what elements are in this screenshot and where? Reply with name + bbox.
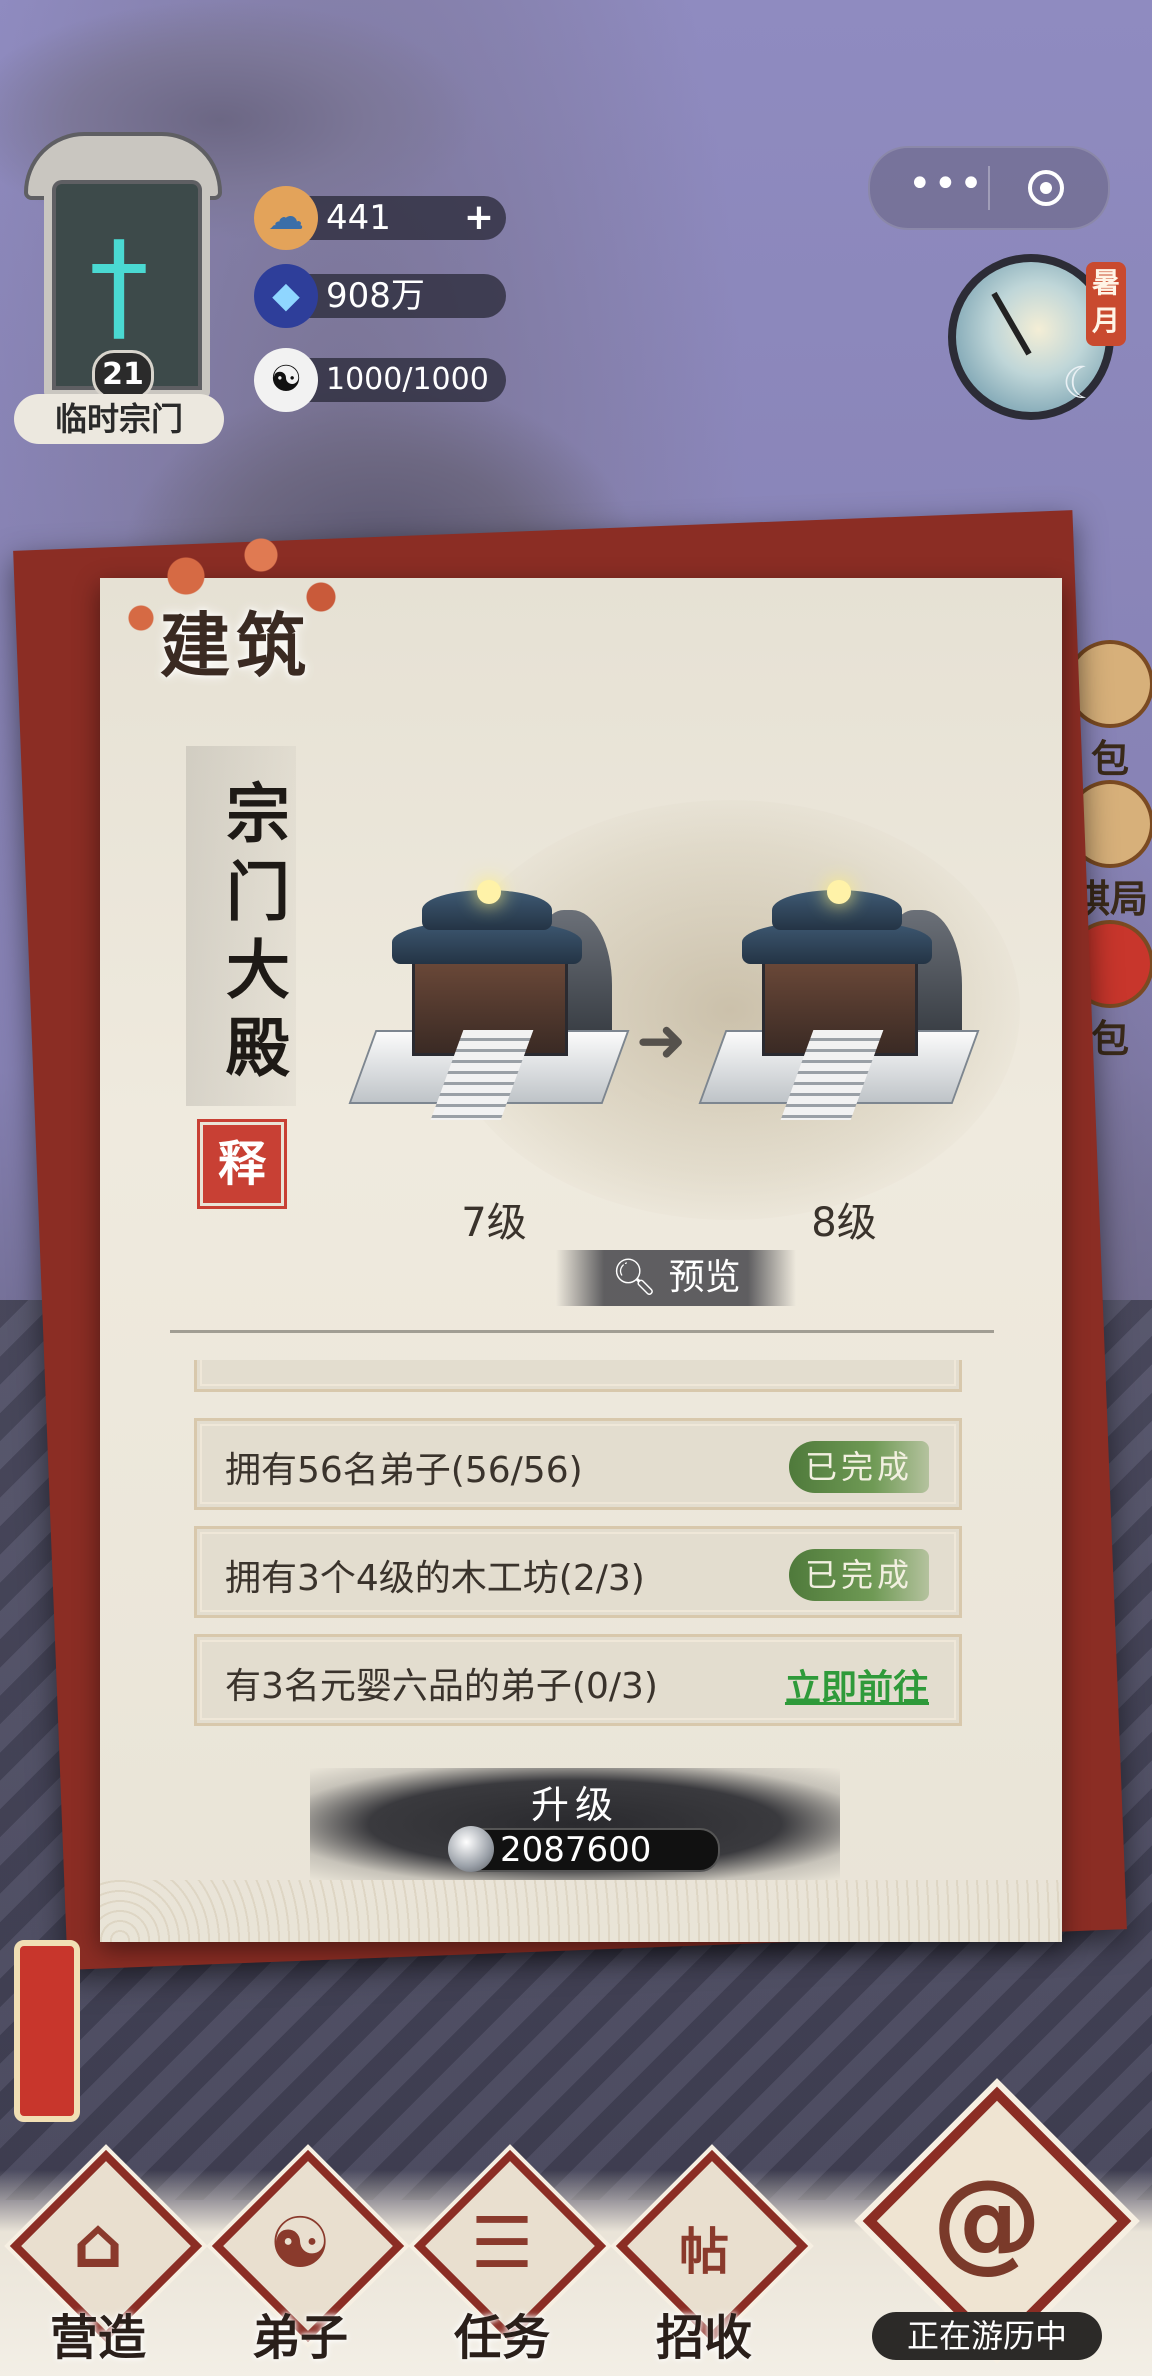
miniprogram-capsule: ••• bbox=[868, 146, 1110, 230]
pavilion-icon: ⌂ bbox=[72, 2202, 124, 2284]
resource-value: 908万 bbox=[326, 276, 425, 316]
preview-label: 预览 bbox=[668, 1257, 741, 1298]
sect-level: 21 bbox=[92, 350, 154, 400]
resource-spirit-crystal[interactable]: ◆ 908万 bbox=[254, 264, 506, 328]
section-divider bbox=[170, 1330, 994, 1333]
cost-value: 2087600 bbox=[500, 1830, 652, 1870]
season-badge: 暑月 bbox=[1086, 262, 1126, 346]
nav-label: 营造 bbox=[49, 2310, 146, 2366]
moon-icon: ☾ bbox=[1062, 358, 1102, 409]
arrow-right-icon: ➜ bbox=[636, 1006, 687, 1076]
upgrade-button[interactable]: 升级 2087600 bbox=[310, 1768, 840, 1880]
explain-seal-button[interactable]: 释 bbox=[197, 1119, 287, 1209]
disciple-icon: ☯ bbox=[268, 2202, 332, 2284]
nav-label: 任务 bbox=[453, 2310, 550, 2366]
nav-label: 弟子 bbox=[251, 2310, 348, 2366]
go-now-link[interactable]: 立即前往 bbox=[785, 1659, 929, 1711]
sect-badge[interactable]: † 21 临时宗门 bbox=[14, 132, 224, 452]
building-name: 宗门大殿 bbox=[186, 746, 296, 1106]
nav-tasks[interactable]: ☰ 任务 bbox=[412, 2149, 607, 2366]
nav-disciples[interactable]: ☯ 弟子 bbox=[210, 2149, 405, 2366]
building-next-image bbox=[698, 880, 980, 1130]
resource-cloud-token[interactable]: ☁ 441 + bbox=[254, 186, 506, 250]
travel-swirl-icon: @ bbox=[932, 2156, 1042, 2284]
upgrade-label: 升级 bbox=[530, 1783, 619, 1827]
scroll-icon[interactable] bbox=[14, 1940, 80, 2122]
completed-badge: 已完成 bbox=[789, 1441, 929, 1493]
resource-energy[interactable]: ☯ 1000/1000 bbox=[254, 348, 506, 412]
level-from: 7级 bbox=[461, 1200, 527, 1246]
task-text: 拥有56名弟子(56/56) bbox=[225, 1450, 583, 1491]
task-row: 拥有3个4级的木工坊(2/3) 已完成 bbox=[194, 1526, 962, 1618]
nav-build[interactable]: ⌂ 营造 bbox=[8, 2149, 203, 2366]
invitation-card-icon: 帖 bbox=[679, 2223, 729, 2281]
nav-recruit[interactable]: 帖 招收 bbox=[614, 2149, 809, 2366]
completed-badge: 已完成 bbox=[789, 1549, 929, 1601]
travel-status: 正在游历中 bbox=[872, 2312, 1102, 2360]
dial-hand-icon bbox=[991, 291, 1032, 356]
travel-button[interactable]: @ 正在游历中 bbox=[862, 2086, 1132, 2366]
cloud-token-icon: ☁ bbox=[254, 186, 318, 250]
wave-pattern bbox=[100, 1880, 1062, 1942]
task-text: 有3名元婴六品的弟子(0/3) bbox=[225, 1666, 658, 1707]
resource-value: 441 bbox=[326, 198, 391, 238]
magnifier-icon: 🔍︎ bbox=[611, 1257, 658, 1298]
add-icon[interactable]: + bbox=[464, 196, 494, 240]
yin-yang-icon: ☯ bbox=[254, 348, 318, 412]
silver-ore-icon bbox=[448, 1826, 494, 1872]
close-target-icon[interactable] bbox=[1028, 170, 1064, 206]
task-text: 拥有3个4级的木工坊(2/3) bbox=[225, 1558, 645, 1599]
more-icon[interactable]: ••• bbox=[908, 164, 985, 204]
sect-name: 临时宗门 bbox=[14, 394, 224, 444]
upgrade-requirements-list[interactable]: 拥有56名弟子(56/56) 已完成 拥有3个4级的木工坊(2/3) 已完成 有… bbox=[194, 1360, 962, 1740]
sword-emblem-icon: † bbox=[89, 217, 149, 356]
scroll-task-icon: ☰ bbox=[470, 2202, 534, 2284]
upgrade-cost: 2087600 bbox=[448, 1826, 720, 1872]
nav-label: 招收 bbox=[655, 2310, 752, 2366]
panel-title: 建筑 bbox=[160, 604, 312, 687]
level-to: 8级 bbox=[811, 1200, 877, 1246]
building-current-image bbox=[348, 880, 630, 1130]
preview-button[interactable]: 🔍︎ 预览 bbox=[556, 1250, 796, 1306]
task-row-partial bbox=[194, 1360, 962, 1392]
task-row: 有3名元婴六品的弟子(0/3) 立即前往 bbox=[194, 1634, 962, 1726]
spirit-crystal-icon: ◆ bbox=[254, 264, 318, 328]
capsule-divider bbox=[988, 166, 990, 210]
task-row: 拥有56名弟子(56/56) 已完成 bbox=[194, 1418, 962, 1510]
resource-value: 1000/1000 bbox=[326, 362, 489, 397]
